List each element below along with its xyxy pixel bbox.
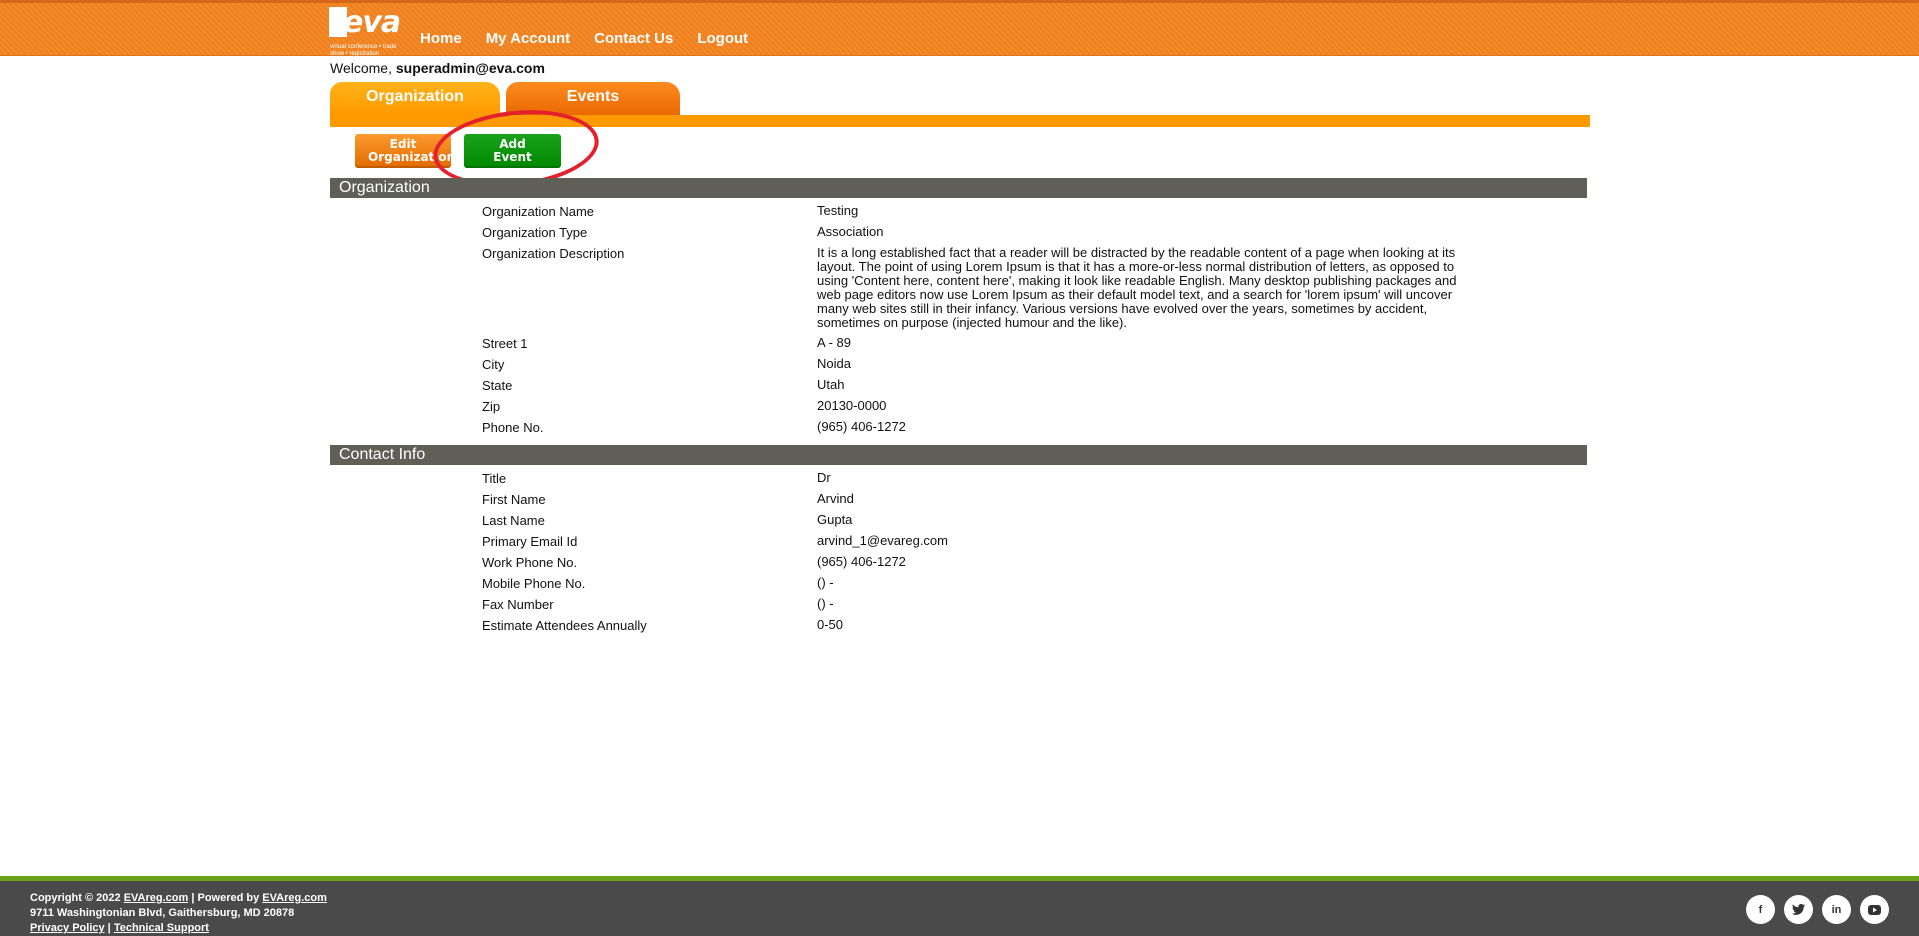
footer: Copyright © 2022 EVAreg.com | Powered by…: [0, 876, 1919, 936]
footer-text: Copyright © 2022 EVAreg.com | Powered by…: [30, 891, 327, 936]
field-label: Organization Description: [482, 246, 625, 261]
field-label: Primary Email Id: [482, 534, 578, 549]
field-value: Utah: [817, 377, 845, 392]
field-value: Testing: [817, 203, 859, 218]
footer-links: Privacy Policy | Technical Support: [30, 921, 327, 936]
copyright-text: Copyright © 2022: [30, 892, 121, 904]
footer-copyright-line: Copyright © 2022 EVAreg.com | Powered by…: [30, 891, 327, 906]
social-links: f in: [1746, 895, 1889, 924]
brand-link[interactable]: EVAreg.com: [124, 892, 189, 904]
field-label: Estimate Attendees Annually: [482, 618, 647, 633]
section-organization: Organization: [330, 178, 1587, 198]
header-bar: eva virtual conference • trade show • re…: [0, 0, 1919, 57]
privacy-policy-link[interactable]: Privacy Policy: [30, 922, 105, 934]
nav-home[interactable]: Home: [420, 30, 462, 47]
field-value: Noida: [817, 356, 851, 371]
field-label: Organization Type: [482, 225, 588, 240]
field-value: A - 89: [817, 335, 851, 350]
welcome-message: Welcome, superadmin@eva.com: [330, 60, 545, 76]
footer-address: 9711 Washingtonian Blvd, Gaithersburg, M…: [30, 907, 295, 919]
field-value: Association: [817, 224, 884, 239]
field-value: arvind_1@evareg.com: [817, 533, 948, 548]
powered-link[interactable]: EVAreg.com: [262, 892, 327, 904]
powered-by-text: | Powered by: [191, 892, 260, 904]
field-value: Dr: [817, 470, 831, 485]
field-label: First Name: [482, 492, 546, 507]
twitter-icon[interactable]: [1784, 895, 1813, 924]
field-value: It is a long established fact that a rea…: [817, 245, 1457, 330]
tab-organization[interactable]: Organization: [330, 82, 500, 115]
field-label: Mobile Phone No.: [482, 576, 586, 591]
welcome-prefix: Welcome,: [330, 60, 392, 76]
field-label: Fax Number: [482, 597, 554, 612]
field-label: State: [482, 378, 513, 393]
facebook-icon[interactable]: f: [1746, 895, 1775, 924]
nav-logout[interactable]: Logout: [697, 30, 748, 47]
field-value: 0-50: [817, 617, 844, 632]
section-contact-info: Contact Info: [330, 445, 1587, 465]
field-value: Arvind: [817, 491, 854, 506]
field-value: (965) 406-1272: [817, 554, 906, 569]
field-value: Gupta: [817, 512, 853, 527]
logo-text: eva: [343, 5, 401, 40]
field-value: () -: [817, 575, 834, 590]
footer-separator: |: [107, 922, 111, 934]
welcome-user: superadmin@eva.com: [395, 60, 545, 76]
eva-logo[interactable]: eva virtual conference • trade show • re…: [329, 5, 407, 57]
technical-support-link[interactable]: Technical Support: [114, 922, 209, 934]
field-value: (965) 406-1272: [817, 419, 906, 434]
field-label: Title: [482, 471, 507, 486]
field-value: 20130-0000: [817, 398, 887, 413]
edit-organization-label: Edit Organization: [368, 137, 456, 164]
youtube-icon[interactable]: [1860, 895, 1889, 924]
linkedin-icon[interactable]: in: [1822, 895, 1851, 924]
logo-tagline: virtual conference • trade show • regist…: [330, 44, 397, 57]
nav-my-account[interactable]: My Account: [486, 30, 570, 47]
field-label: Work Phone No.: [482, 555, 578, 570]
field-label: Street 1: [482, 336, 528, 351]
field-label: Phone No.: [482, 420, 544, 435]
nav-contact-us[interactable]: Contact Us: [594, 30, 673, 47]
field-value: () -: [817, 596, 834, 611]
field-label: City: [482, 357, 505, 372]
field-label: Organization Name: [482, 204, 594, 219]
main-nav: Home My Account Contact Us Logout: [420, 30, 748, 47]
field-label: Last Name: [482, 513, 545, 528]
field-label: Zip: [482, 399, 501, 414]
